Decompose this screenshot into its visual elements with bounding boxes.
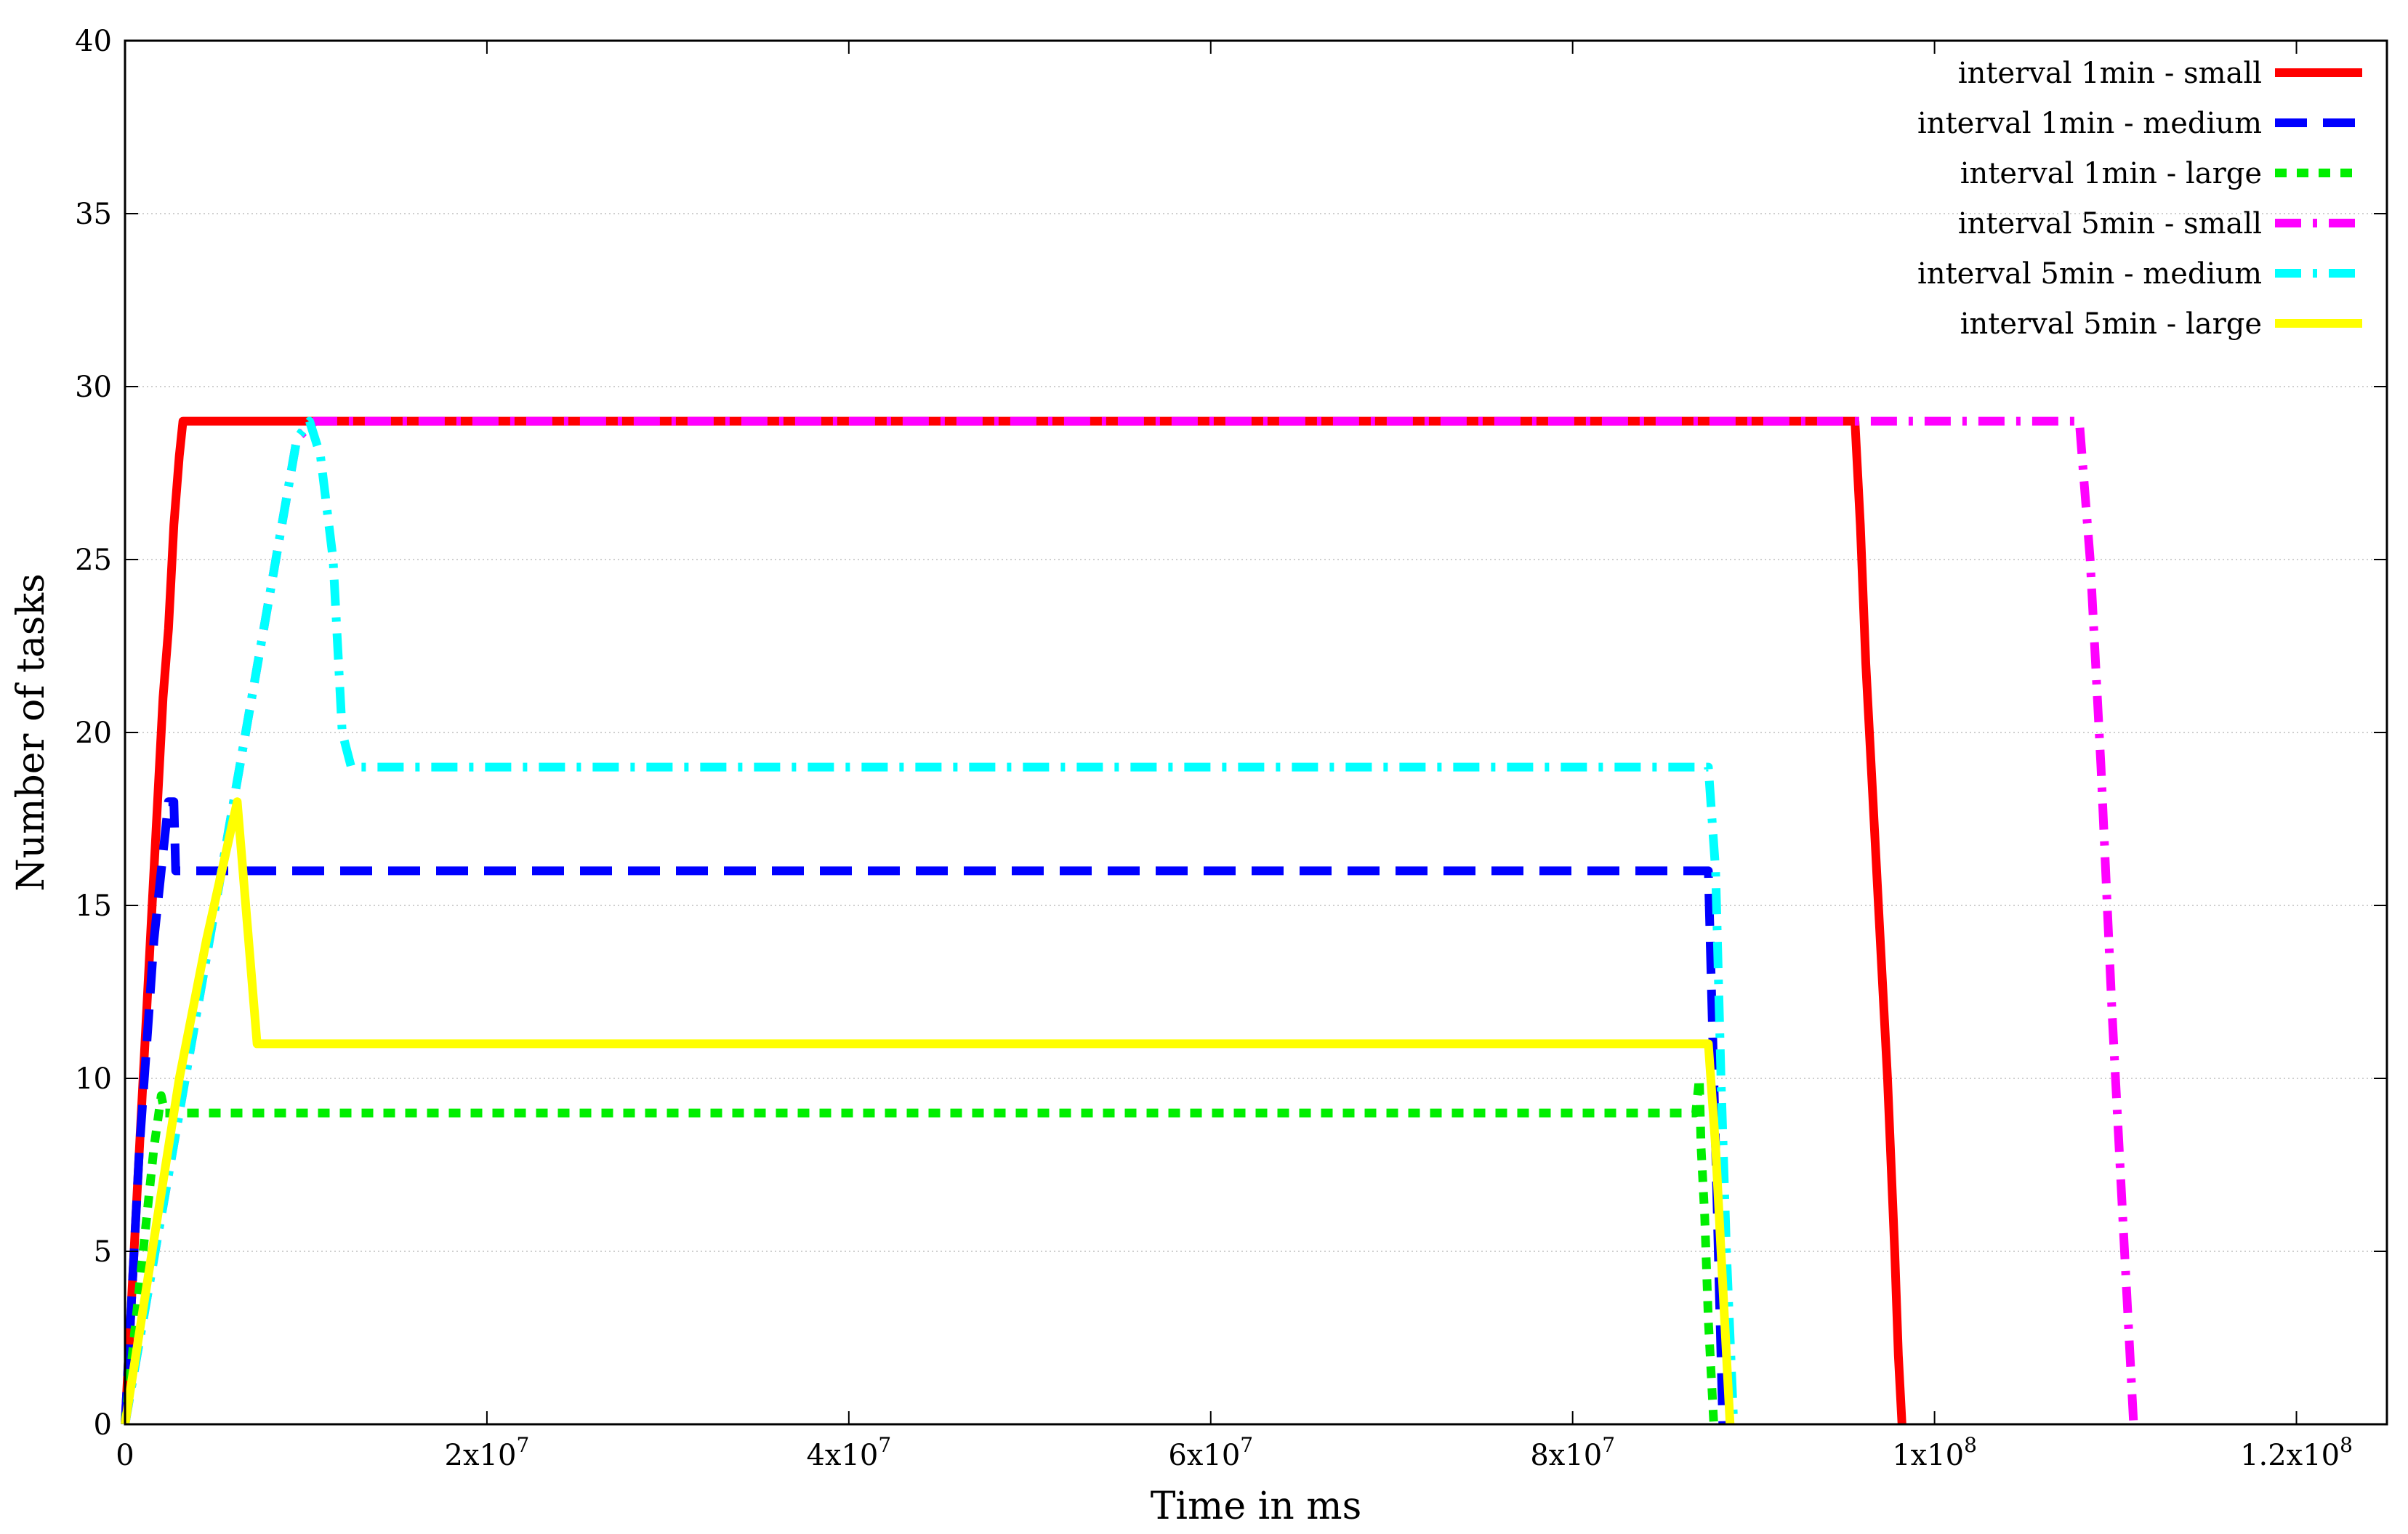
x-tick-exponent: 7 (878, 1433, 891, 1457)
legend-label: interval 1min - medium (1917, 107, 2262, 140)
x-tick-base: 4x10 (806, 1439, 878, 1472)
legend-label: interval 1min - large (1960, 157, 2262, 190)
x-tick-exponent: 7 (1240, 1433, 1253, 1457)
x-tick-base: 0 (116, 1439, 134, 1472)
y-tick-label: 35 (75, 198, 112, 231)
x-tick-label: 0 (116, 1439, 134, 1472)
y-tick-label: 30 (75, 371, 112, 404)
y-tick-label: 15 (75, 889, 112, 923)
y-axis-title: Number of tasks (9, 573, 53, 892)
y-tick-label: 40 (75, 25, 112, 58)
x-tick-exponent: 7 (1602, 1433, 1615, 1457)
legend-label: interval 1min - small (1958, 57, 2262, 90)
x-tick-label: 1.2x108 (2240, 1433, 2353, 1472)
y-tick-label: 0 (94, 1408, 112, 1442)
legend-label: interval 5min - medium (1917, 257, 2262, 291)
legend-label: interval 5min - large (1960, 307, 2262, 341)
line-chart: 05101520253035400 2x107 4x107 6x107 8x107 1x1… (0, 0, 2408, 1530)
x-tick-base: 1x10 (1892, 1439, 1964, 1472)
x-tick-base: 8x10 (1530, 1439, 1602, 1472)
x-tick-exponent: 7 (516, 1433, 529, 1457)
legend-label: interval 5min - small (1958, 207, 2262, 241)
x-tick-base: 1.2x10 (2240, 1439, 2340, 1472)
chart: 0 5 10 15 20 25 30 35 40 0 2x107 4x107 6x107 8x107 1x1… (0, 0, 2408, 1530)
x-tick-base: 6x10 (1168, 1439, 1240, 1472)
x-tick-exponent: 8 (2340, 1433, 2353, 1457)
x-axis-title: Time in ms (1151, 1485, 1362, 1528)
y-tick-label: 5 (94, 1235, 112, 1269)
x-tick-base: 2x10 (445, 1439, 517, 1472)
x-tick-exponent: 8 (1964, 1433, 1977, 1457)
y-tick-label: 10 (75, 1062, 112, 1096)
y-tick-label: 25 (75, 544, 112, 577)
y-tick-label: 20 (75, 716, 112, 750)
